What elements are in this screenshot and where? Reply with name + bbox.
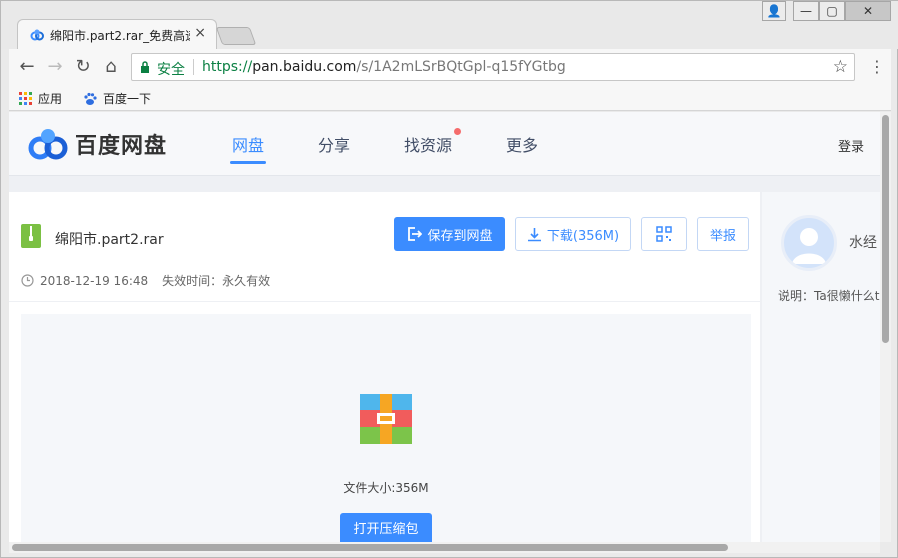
baidu-paw-icon: [84, 92, 97, 105]
user-icon[interactable]: 👤: [762, 1, 786, 21]
expire-time: 失效时间：永久有效: [162, 274, 271, 288]
lock-icon: [141, 61, 149, 73]
qrcode-icon: [656, 226, 672, 242]
tab-active[interactable]: 绵阳市.part2.rar_免费高速 ×: [17, 19, 217, 49]
browser-window: 绵阳市.part2.rar_免费高速 × 👤 — ▢ ✕ ← → ↻ ⌂ 安全 …: [0, 0, 898, 558]
site-header: 百度网盘 网盘 分享 找资源 更多 登录: [9, 112, 880, 176]
sharer-panel: 水经 说明：Ta很懒什么t: [762, 192, 880, 542]
page-content: 百度网盘 网盘 分享 找资源 更多 登录 绵阳市.part2.rar 保存到网盘…: [9, 112, 880, 542]
back-arrow-icon[interactable]: ←: [17, 57, 37, 77]
file-panel: 绵阳市.part2.rar 保存到网盘 下载(356M) 举报 2018-12-…: [9, 192, 760, 542]
bookmark-baidu-label: 百度一下: [103, 92, 152, 106]
zip-zipper-icon: [29, 226, 33, 241]
report-button[interactable]: 举报: [697, 217, 749, 251]
address-separator: [193, 59, 194, 75]
nav-wangpan[interactable]: 网盘: [232, 132, 264, 156]
clock-icon: [21, 274, 34, 287]
bookmark-apps[interactable]: 应用: [19, 90, 62, 107]
panel-divider: [9, 301, 760, 302]
avatar[interactable]: [781, 215, 837, 271]
close-window-button[interactable]: ✕: [845, 1, 891, 21]
tab-title: 绵阳市.part2.rar_免费高速: [50, 29, 190, 43]
browser-menu-icon[interactable]: ⋮: [869, 57, 885, 76]
apps-grid-icon: [19, 92, 32, 105]
url-path: /s/1A2mLSrBQtGpl-q15fYGtbg: [356, 59, 566, 75]
bookmarks-bar: 应用 百度一下: [9, 85, 891, 111]
notification-dot: [454, 128, 461, 135]
vertical-scroll-thumb[interactable]: [882, 115, 889, 343]
site-logo[interactable]: 百度网盘: [27, 127, 167, 161]
report-label: 举报: [709, 228, 736, 244]
share-date: 2018-12-19 16:48: [40, 273, 149, 288]
save-to-pan-label: 保存到网盘: [427, 228, 493, 244]
sharer-name[interactable]: 水经: [849, 232, 877, 252]
baidu-pan-favicon-icon: [30, 29, 44, 41]
nav-more[interactable]: 更多: [506, 132, 538, 156]
sharer-description: 说明：Ta很懒什么t: [778, 289, 880, 303]
title-bar: 绵阳市.part2.rar_免费高速 × 👤 — ▢ ✕: [1, 1, 898, 49]
bookmark-baidu[interactable]: 百度一下: [83, 90, 151, 107]
url-scheme: https://: [202, 59, 253, 75]
bookmark-star-icon[interactable]: ☆: [833, 57, 848, 77]
save-icon: [408, 227, 423, 241]
minimize-button[interactable]: —: [793, 1, 819, 21]
secure-label: 安全: [157, 62, 185, 78]
download-icon: [527, 227, 541, 241]
open-archive-button[interactable]: 打开压缩包: [340, 513, 432, 542]
tab-close-icon[interactable]: ×: [194, 25, 206, 41]
bookmark-apps-label: 应用: [38, 92, 63, 106]
archive-preview: 文件大小:356M 打开压缩包: [21, 314, 751, 542]
logo-text: 百度网盘: [75, 134, 168, 159]
vertical-scrollbar[interactable]: [880, 112, 891, 542]
new-tab-button[interactable]: [215, 27, 257, 45]
login-link[interactable]: 登录: [838, 136, 864, 155]
nav-active-indicator: [230, 161, 266, 164]
user-silhouette-icon: [792, 228, 826, 264]
file-meta: 2018-12-19 16:48 失效时间：永久有效: [21, 272, 270, 289]
nav-find-resources[interactable]: 找资源: [404, 132, 452, 156]
nav-share[interactable]: 分享: [318, 132, 350, 156]
url-host: pan.baidu.com: [252, 59, 357, 75]
home-icon[interactable]: ⌂: [101, 57, 121, 77]
reload-icon[interactable]: ↻: [73, 57, 93, 77]
horizontal-scrollbar[interactable]: [9, 542, 880, 553]
download-label: 下载(356M): [546, 228, 620, 244]
address-bar[interactable]: 安全 https://pan.baidu.com/s/1A2mLSrBQtGpl…: [131, 53, 855, 81]
horizontal-scroll-thumb[interactable]: [12, 544, 728, 551]
qrcode-button[interactable]: [641, 217, 687, 251]
browser-toolbar: ← → ↻ ⌂ 安全 https://pan.baidu.com/s/1A2mL…: [9, 49, 891, 85]
rar-archive-icon: [360, 394, 412, 444]
save-to-pan-button[interactable]: 保存到网盘: [394, 217, 505, 251]
url-text[interactable]: https://pan.baidu.com/s/1A2mLSrBQtGpl-q1…: [202, 59, 566, 75]
archive-size: 文件大小:356M: [343, 481, 429, 495]
file-name: 绵阳市.part2.rar: [55, 232, 164, 248]
forward-arrow-icon[interactable]: →: [45, 57, 65, 77]
maximize-button[interactable]: ▢: [819, 1, 845, 21]
rar-file-icon: [21, 224, 41, 248]
baidu-pan-logo-icon: [28, 129, 68, 160]
download-button[interactable]: 下载(356M): [515, 217, 631, 251]
